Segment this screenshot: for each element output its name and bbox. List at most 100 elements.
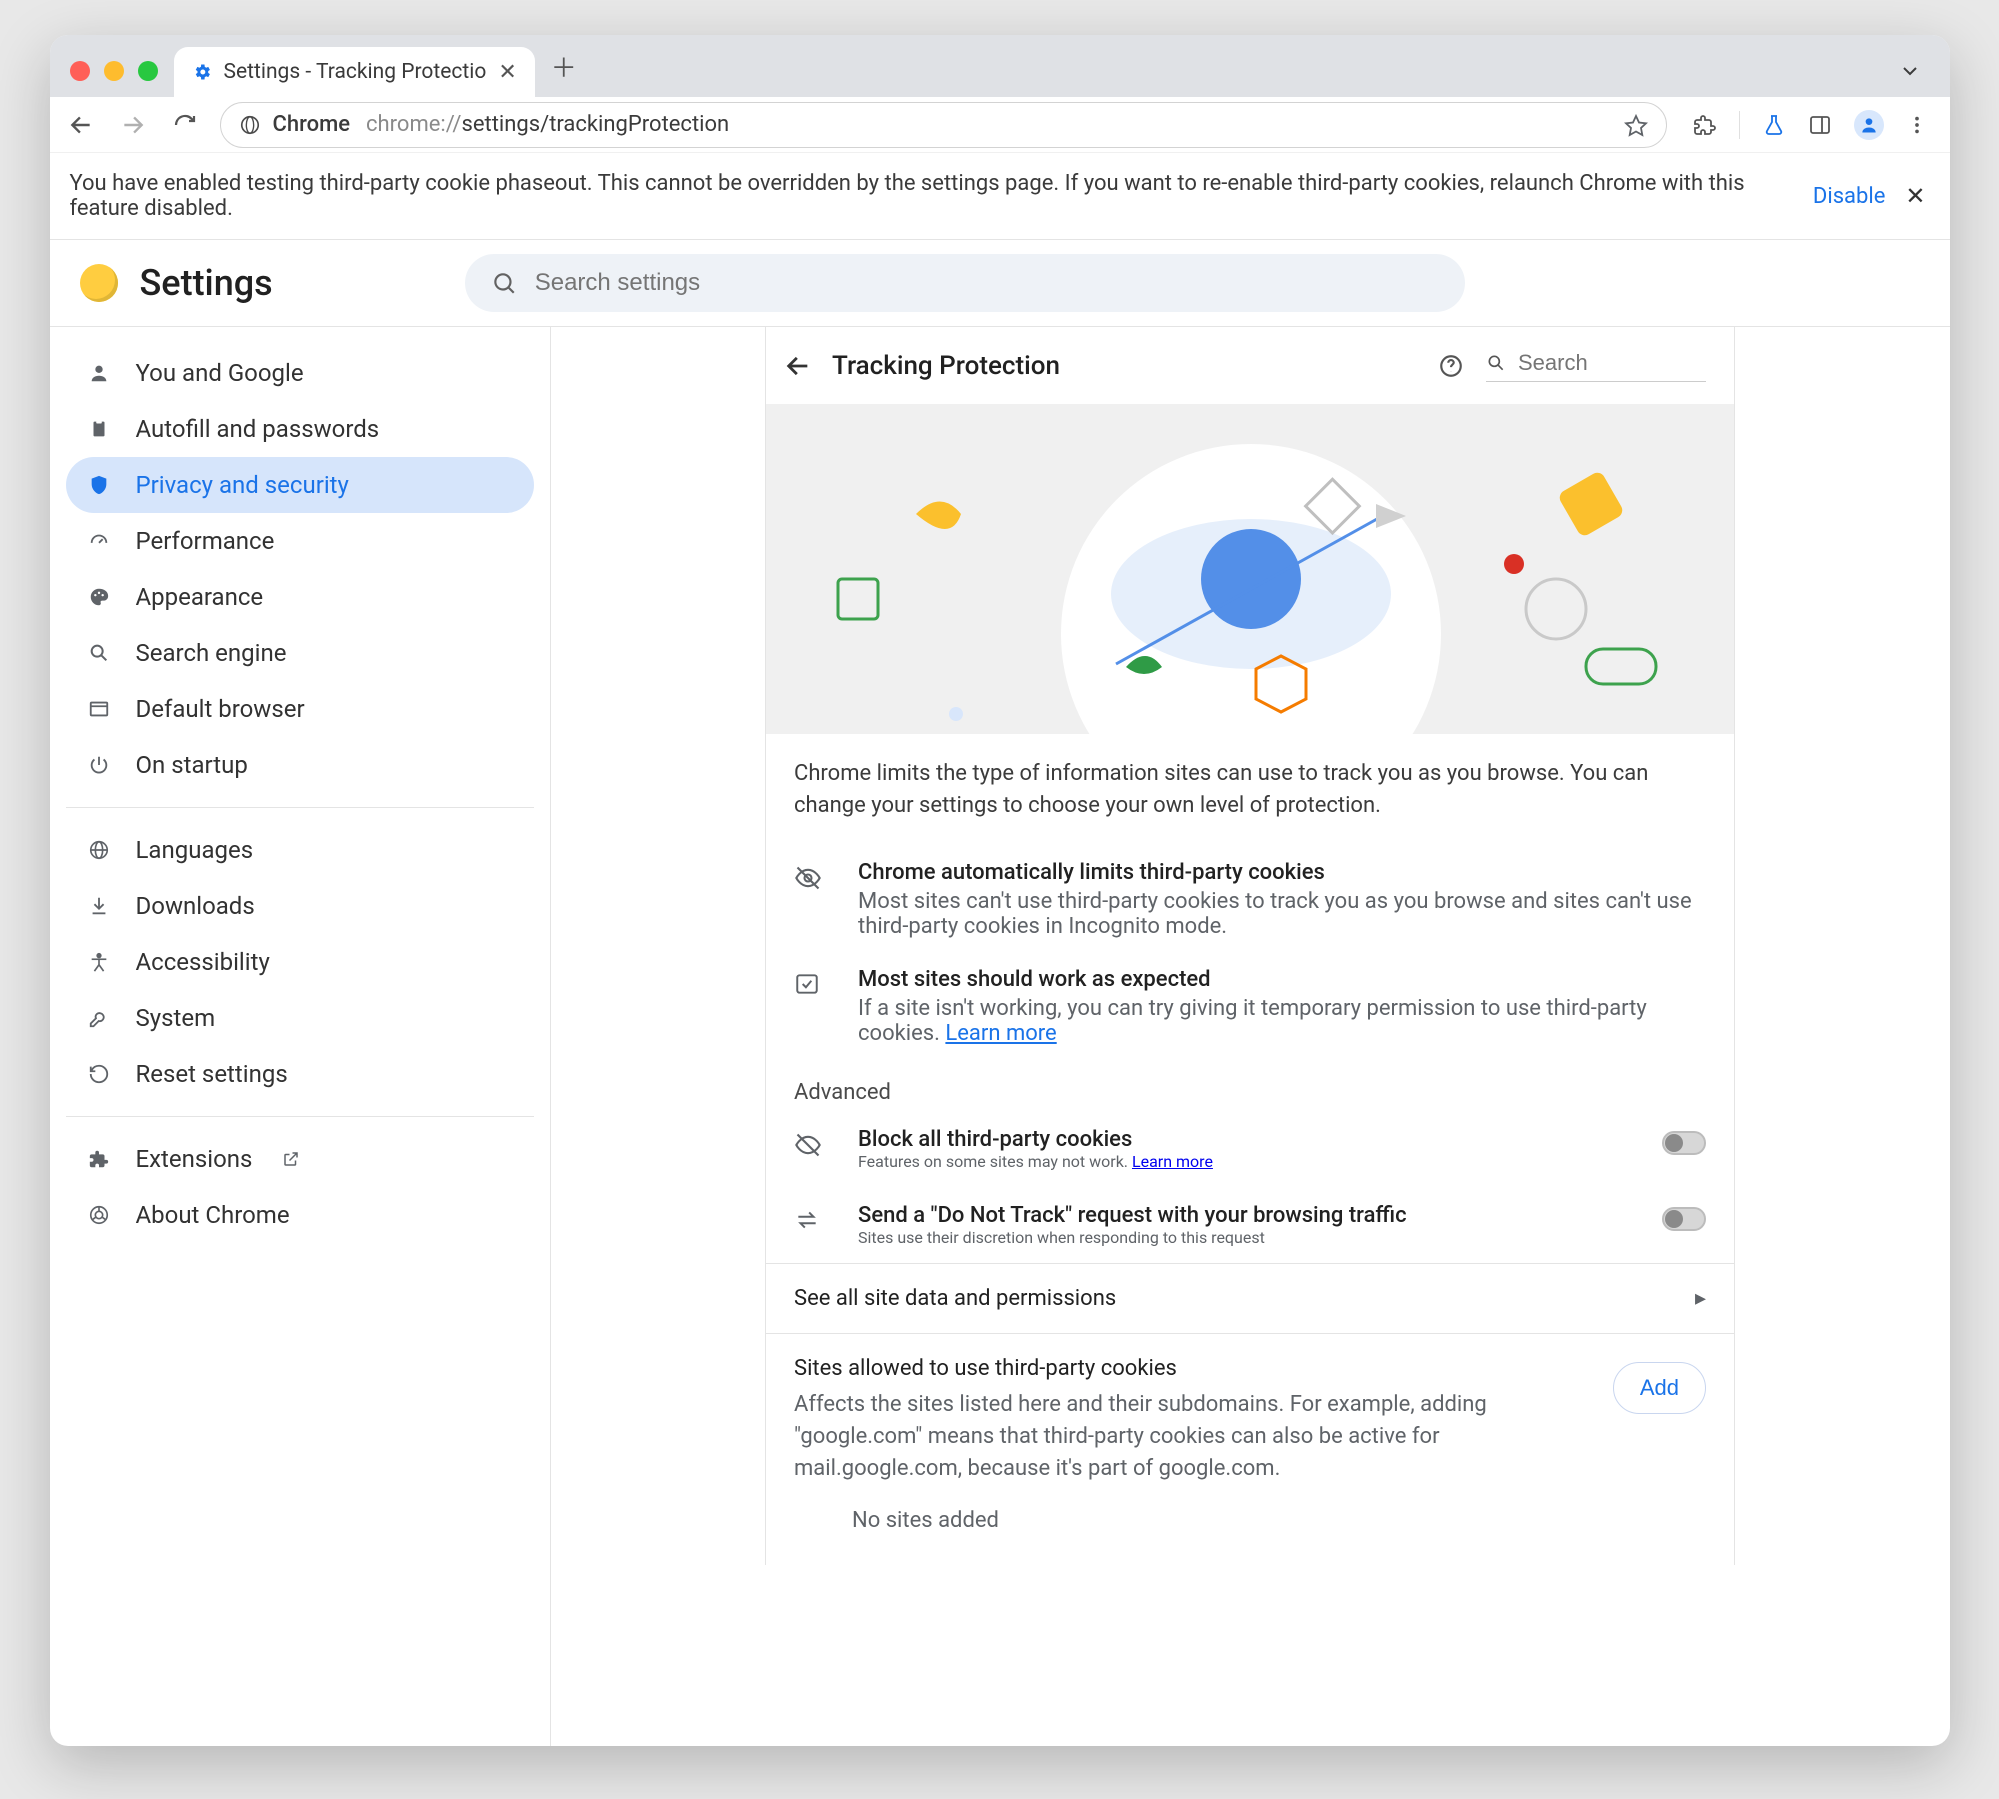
info-banner: You have enabled testing third-party coo… [50, 153, 1950, 239]
chrome-logo-icon [80, 264, 118, 302]
search-icon [1486, 353, 1506, 373]
browser-window: Settings - Tracking Protectio ✕ ＋ Chrome… [50, 35, 1950, 1746]
search-icon [84, 642, 114, 664]
sidebar-item-performance[interactable]: Performance [66, 513, 534, 569]
back-icon[interactable] [784, 352, 812, 380]
separator [1739, 111, 1740, 139]
bookmark-icon[interactable] [1624, 113, 1648, 137]
learn-more-link[interactable]: Learn more [945, 1021, 1056, 1046]
tab-strip: Settings - Tracking Protectio ✕ ＋ [50, 35, 1950, 97]
banner-text: You have enabled testing third-party coo… [70, 171, 1797, 221]
banner-close-icon[interactable]: ✕ [1901, 178, 1929, 214]
reload-button[interactable] [168, 108, 202, 142]
settings-appbar: Settings [50, 240, 1950, 326]
tab-overflow-button[interactable] [1898, 59, 1938, 97]
external-link-icon [282, 1150, 300, 1168]
info-title: Chrome automatically limits third-party … [858, 860, 1706, 885]
forward-button[interactable] [116, 108, 150, 142]
sidebar-item-accessibility[interactable]: Accessibility [66, 934, 534, 990]
hero-illustration [766, 404, 1734, 734]
sites-title: Sites allowed to use third-party cookies [794, 1356, 1593, 1381]
browser-tab[interactable]: Settings - Tracking Protectio ✕ [174, 47, 535, 97]
power-icon [84, 754, 114, 776]
wrench-icon [84, 1007, 114, 1029]
site-info-icon[interactable] [239, 114, 261, 136]
sidebar-item-default-browser[interactable]: Default browser [66, 681, 534, 737]
block-all-row: Block all third-party cookies Features o… [766, 1111, 1734, 1187]
sidebar-item-privacy[interactable]: Privacy and security [66, 457, 534, 513]
see-all-site-data-link[interactable]: See all site data and permissions ▸ [766, 1264, 1734, 1333]
puzzle-icon [84, 1148, 114, 1170]
sidebar-item-label: Accessibility [136, 948, 270, 976]
clipboard-icon [84, 418, 114, 440]
sidebar-item-label: System [136, 1004, 216, 1032]
close-window-button[interactable] [70, 61, 90, 81]
sidebar-item-on-startup[interactable]: On startup [66, 737, 534, 793]
sidebar-item-extensions[interactable]: Extensions [66, 1131, 534, 1187]
back-button[interactable] [64, 108, 98, 142]
minimize-window-button[interactable] [104, 61, 124, 81]
sidebar-item-about[interactable]: About Chrome [66, 1187, 534, 1243]
banner-disable-link[interactable]: Disable [1813, 184, 1885, 209]
sidebar-item-downloads[interactable]: Downloads [66, 878, 534, 934]
chevron-right-icon: ▸ [1695, 1286, 1706, 1311]
info-sites-work: Most sites should work as expected If a … [766, 953, 1734, 1060]
labs-icon[interactable] [1762, 113, 1786, 137]
close-tab-icon[interactable]: ✕ [498, 60, 516, 85]
kebab-menu-icon[interactable] [1906, 114, 1928, 136]
dnt-row: Send a "Do Not Track" request with your … [766, 1187, 1734, 1263]
dnt-toggle[interactable] [1662, 1207, 1706, 1231]
sidebar-item-autofill[interactable]: Autofill and passwords [66, 401, 534, 457]
intro-text: Chrome limits the type of information si… [766, 734, 1734, 846]
settings-content: Tracking Protection [550, 327, 1950, 1746]
block-all-toggle[interactable] [1662, 1131, 1706, 1155]
page-search[interactable] [1486, 349, 1706, 382]
nav-separator [66, 1116, 534, 1117]
settings-search[interactable] [465, 254, 1465, 312]
sidebar-item-label: Reset settings [136, 1060, 288, 1088]
side-panel-icon[interactable] [1808, 113, 1832, 137]
person-icon [84, 362, 114, 384]
extensions-icon[interactable] [1693, 113, 1717, 137]
advanced-label: Advanced [766, 1060, 1734, 1111]
info-title: Most sites should work as expected [858, 967, 1706, 992]
sidebar-item-system[interactable]: System [66, 990, 534, 1046]
settings-search-input[interactable] [533, 268, 1439, 298]
learn-more-link[interactable]: Learn more [1132, 1152, 1213, 1171]
add-site-button[interactable]: Add [1613, 1362, 1706, 1414]
toggle-body: Features on some sites may not work. [858, 1152, 1128, 1171]
eye-off-icon [794, 1127, 834, 1159]
speedometer-icon [84, 530, 114, 552]
sidebar-item-label: Downloads [136, 892, 255, 920]
link-label: See all site data and permissions [794, 1286, 1116, 1311]
history-icon [84, 1063, 114, 1085]
sidebar-item-label: You and Google [136, 359, 304, 387]
page-title: Tracking Protection [832, 351, 1060, 381]
settings-sidebar: You and Google Autofill and passwords Pr… [50, 327, 550, 1746]
gear-icon [192, 62, 212, 82]
fullscreen-window-button[interactable] [138, 61, 158, 81]
sidebar-item-label: On startup [136, 751, 248, 779]
sidebar-item-appearance[interactable]: Appearance [66, 569, 534, 625]
palette-icon [84, 586, 114, 608]
sidebar-item-label: Privacy and security [136, 471, 349, 499]
page-search-input[interactable] [1516, 349, 1706, 377]
address-bar[interactable]: Chrome chrome://settings/trackingProtect… [220, 102, 1667, 148]
sidebar-item-search-engine[interactable]: Search engine [66, 625, 534, 681]
sidebar-item-label: Languages [136, 836, 254, 864]
sidebar-item-you-and-google[interactable]: You and Google [66, 345, 534, 401]
profile-avatar[interactable] [1854, 110, 1884, 140]
app-title: Settings [140, 262, 273, 304]
sidebar-item-languages[interactable]: Languages [66, 822, 534, 878]
new-tab-button[interactable]: ＋ [535, 48, 587, 97]
info-limit-cookies: Chrome automatically limits third-party … [766, 846, 1734, 953]
help-icon[interactable] [1438, 353, 1464, 379]
sidebar-item-label: Appearance [136, 583, 264, 611]
window-controls [62, 61, 174, 97]
sidebar-item-label: About Chrome [136, 1201, 290, 1229]
toggle-title: Send a "Do Not Track" request with your … [858, 1203, 1638, 1228]
url-prefix: Chrome [273, 112, 351, 137]
sites-allowed-section: Sites allowed to use third-party cookies… [766, 1334, 1734, 1566]
sidebar-item-reset[interactable]: Reset settings [66, 1046, 534, 1102]
download-icon [84, 895, 114, 917]
